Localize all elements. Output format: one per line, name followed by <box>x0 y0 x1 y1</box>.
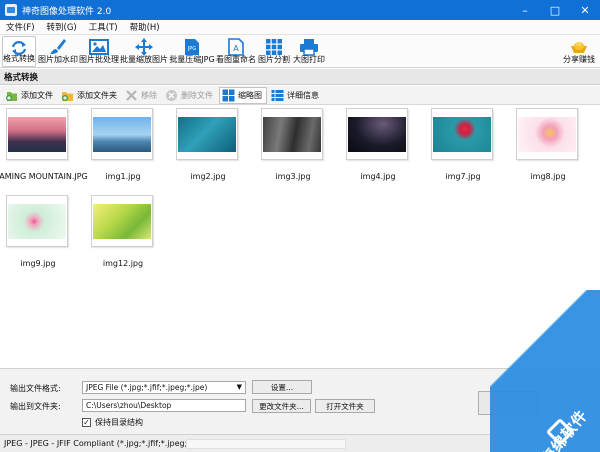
menu-tools[interactable]: 工具(T) <box>83 21 124 33</box>
svg-text:A: A <box>233 44 239 53</box>
add-file-icon <box>5 89 18 102</box>
section-header: 格式转换 <box>0 69 600 85</box>
thumbnail-image <box>348 117 406 152</box>
status-text: JPEG - JPEG - JFIF Compliant (*.jpg;*.jf… <box>4 439 210 448</box>
convert-icon <box>9 39 29 57</box>
thumbnail-image <box>8 117 66 152</box>
menu-bar: 文件(F) 转到(G) 工具(T) 帮助(H) <box>0 20 600 35</box>
file-name: img7.jpg <box>445 172 481 181</box>
delete-icon <box>165 89 178 102</box>
toolbar-rename[interactable]: A 看图重命名 <box>216 36 256 67</box>
thumbnail-frame <box>6 108 68 160</box>
app-icon <box>5 4 17 16</box>
window-title: 神奇图像处理软件 2.0 <box>22 6 112 17</box>
keep-structure-label: 保持目录结构 <box>95 418 143 427</box>
add-folder-icon <box>61 89 74 102</box>
remove-icon <box>125 89 138 102</box>
toolbar-batch-process[interactable]: 图片批处理 <box>79 36 119 67</box>
thumbnail-frame <box>346 108 408 160</box>
watermark-text: 海绵软件 <box>537 406 592 452</box>
thumbnail-image <box>433 117 491 152</box>
toolbar-print[interactable]: 大图打印 <box>292 36 326 67</box>
toolbar-batch-resize[interactable]: 批量缩放图片 <box>120 36 168 67</box>
thumbnail-view-label: 缩略图 <box>238 90 262 100</box>
delete-file-button[interactable]: 删除文件 <box>163 87 217 104</box>
add-folder-button[interactable]: 添加文件夹 <box>59 87 121 104</box>
progress-bar <box>186 439 346 449</box>
output-folder-value: C:\Users\zhou\Desktop <box>86 401 172 410</box>
thumbnail-image <box>8 204 66 239</box>
title-bar: 神奇图像处理软件 2.0 – □ ✕ <box>0 0 600 20</box>
grid-split-icon <box>264 38 284 56</box>
gold-ingot-icon <box>569 38 589 56</box>
file-name: img4.jpg <box>360 172 396 181</box>
toolbar-share-earn[interactable]: 分享赚钱 <box>560 36 598 67</box>
thumbnail-frame <box>91 108 153 160</box>
toolbar-split[interactable]: 图片分割 <box>257 36 291 67</box>
open-folder-button[interactable]: 打开文件夹 <box>315 399 375 413</box>
thumbnail-frame <box>261 108 323 160</box>
image-icon <box>89 38 109 56</box>
move-arrows-icon <box>134 38 154 56</box>
delete-file-label: 删除文件 <box>181 90 213 100</box>
file-name: img3.jpg <box>275 172 311 181</box>
main-toolbar: 格式转换 图片加水印 图片批处理 批量缩放图片 JPG 批量压缩JPG A 看图… <box>0 35 600 68</box>
output-format-label: 输出文件格式: <box>10 384 61 393</box>
file-name: img1.jpg <box>105 172 141 181</box>
detail-view-icon <box>271 89 284 102</box>
toolbar-batch-compress[interactable]: JPG 批量压缩JPG <box>169 36 215 67</box>
add-file-label: 添加文件 <box>21 90 53 100</box>
menu-goto[interactable]: 转到(G) <box>41 21 83 33</box>
thumbnail-image <box>263 117 321 152</box>
menu-help[interactable]: 帮助(H) <box>124 21 166 33</box>
thumbnail-frame <box>176 108 238 160</box>
open-folder-label: 打开文件夹 <box>326 401 364 411</box>
chevron-down-icon: ▼ <box>236 383 242 391</box>
file-name: img9.jpg <box>20 259 56 268</box>
rename-icon: A <box>226 38 246 56</box>
file-name: FLAMING MOUNTAIN.JPG <box>0 172 88 181</box>
settings-button[interactable]: 设置... <box>252 380 312 394</box>
thumbnail-frame <box>431 108 493 160</box>
maximize-icon[interactable]: □ <box>540 0 570 20</box>
toolbar-add-watermark[interactable]: 图片加水印 <box>37 36 79 67</box>
change-folder-label: 更改文件夹... <box>259 401 304 411</box>
settings-button-label: 设置... <box>270 382 294 392</box>
jpg-icon: JPG <box>182 38 202 56</box>
brush-icon <box>48 38 68 56</box>
minimize-icon[interactable]: – <box>510 0 540 20</box>
add-file-button[interactable]: 添加文件 <box>3 87 57 104</box>
thumbnail-image <box>93 117 151 152</box>
keep-structure-checkbox[interactable]: ✓ <box>82 418 91 427</box>
output-format-value: JPEG File (*.jpg;*.jfif;*.jpeg;*.jpe) <box>86 383 208 392</box>
thumbnail-image <box>93 204 151 239</box>
file-name: img2.jpg <box>190 172 226 181</box>
output-format-select[interactable]: JPEG File (*.jpg;*.jfif;*.jpeg;*.jpe) ▼ <box>82 381 246 394</box>
thumbnail-frame <box>516 108 578 160</box>
output-folder-input[interactable]: C:\Users\zhou\Desktop <box>82 399 246 412</box>
add-folder-label: 添加文件夹 <box>77 90 117 100</box>
printer-icon <box>299 38 319 56</box>
toolbar-format-convert[interactable]: 格式转换 <box>2 36 36 67</box>
watermark-overlay: 海绵软件 <box>490 290 600 452</box>
section-title: 格式转换 <box>4 72 39 83</box>
output-folder-label: 输出到文件夹: <box>10 402 61 411</box>
thumbnail-image <box>178 117 236 152</box>
thumbnail-view-button[interactable]: 缩略图 <box>219 86 267 104</box>
remove-button[interactable]: 移除 <box>123 87 161 104</box>
file-name: img8.jpg <box>530 172 566 181</box>
thumbnail-image <box>518 117 576 152</box>
thumbnail-view-icon <box>222 89 235 102</box>
svg-text:JPG: JPG <box>187 46 196 52</box>
thumbnail-frame <box>6 195 68 247</box>
remove-label: 移除 <box>141 90 157 100</box>
menu-file[interactable]: 文件(F) <box>0 21 41 33</box>
file-toolbar: 添加文件 添加文件夹 移除 删除文件 缩略图 详细信息 <box>0 86 600 105</box>
file-name: img12.jpg <box>102 259 144 268</box>
change-folder-button[interactable]: 更改文件夹... <box>252 399 311 413</box>
close-icon[interactable]: ✕ <box>570 0 600 20</box>
thumbnail-frame <box>91 195 153 247</box>
detail-view-button[interactable]: 详细信息 <box>269 87 323 104</box>
detail-view-label: 详细信息 <box>287 90 319 100</box>
